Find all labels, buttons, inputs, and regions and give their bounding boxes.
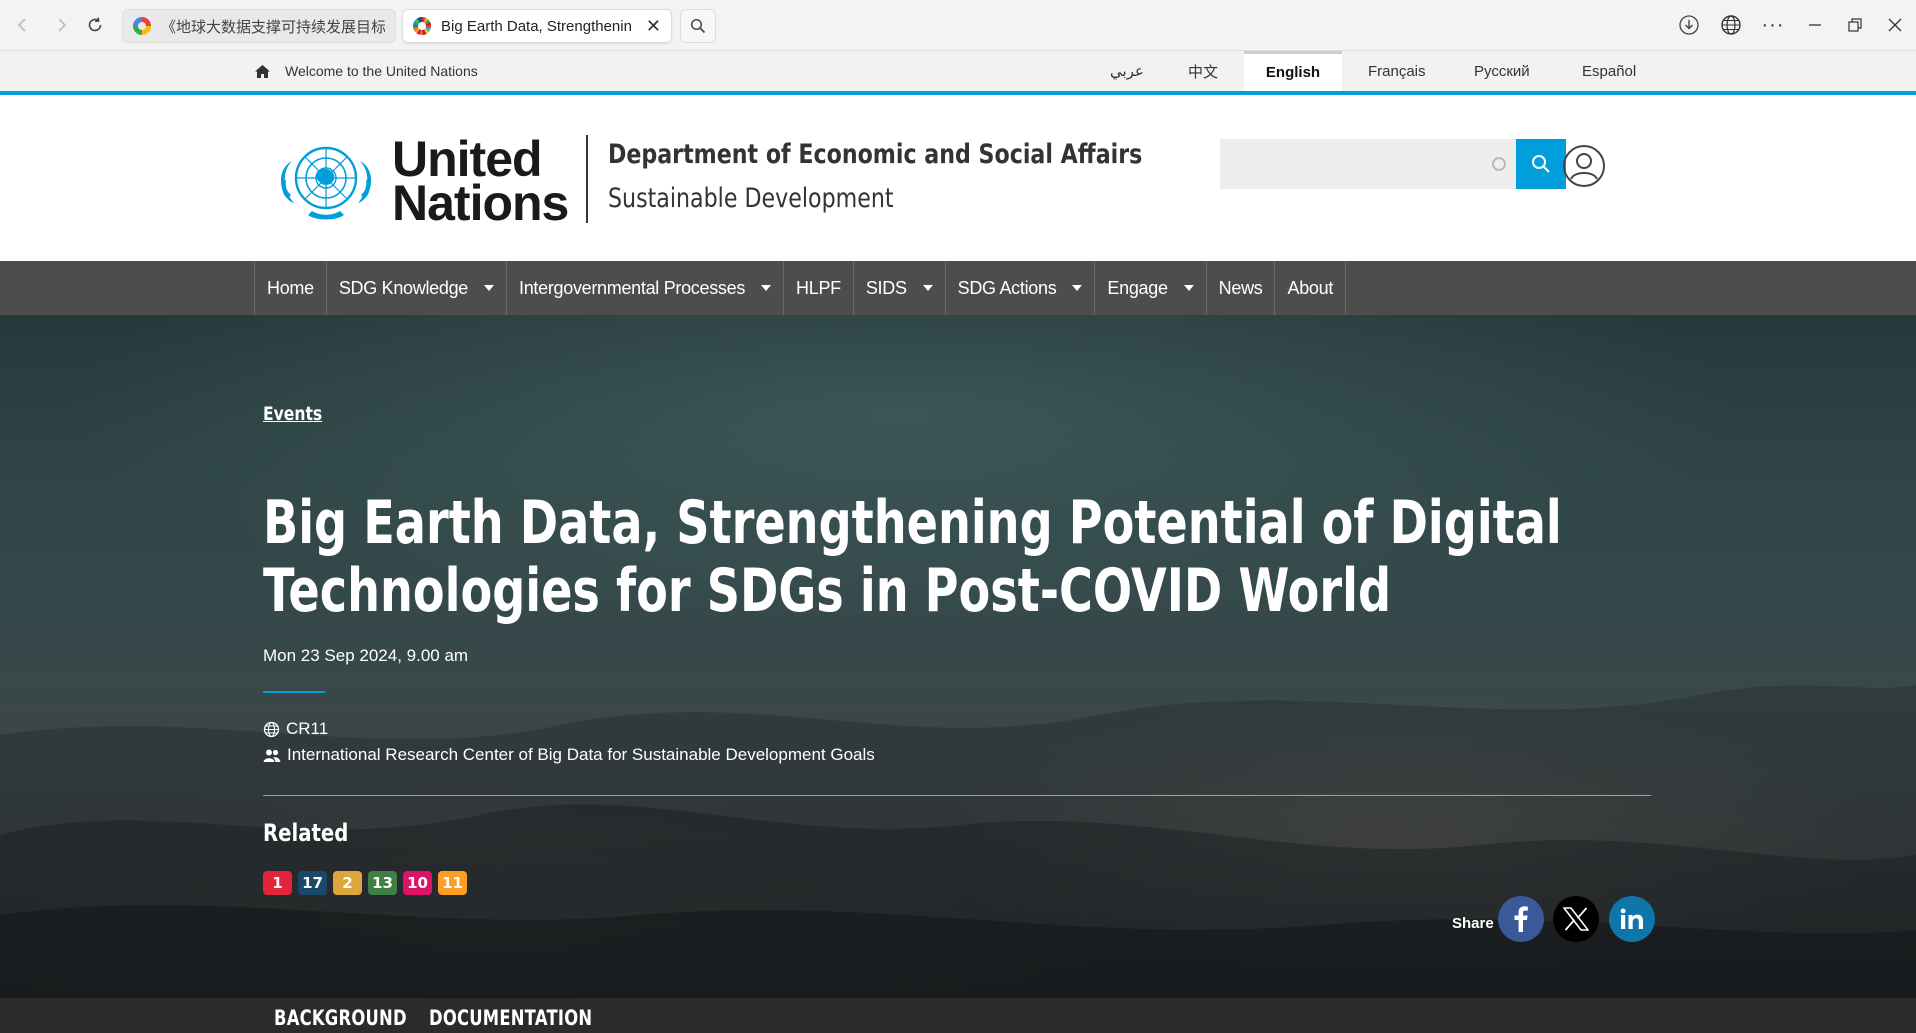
- caret-down-icon: [922, 285, 933, 291]
- forward-icon[interactable]: [48, 12, 74, 38]
- nav-label: Engage: [1107, 277, 1168, 298]
- brand-line-2: Nations: [392, 175, 569, 231]
- nav-label: HLPF: [796, 277, 841, 298]
- sdg-badges: 1 17 2 13 10 11: [263, 871, 467, 895]
- event-organizer: International Research Center of Big Dat…: [263, 745, 875, 765]
- nav-intergovernmental-processes[interactable]: Intergovernmental Processes: [507, 261, 785, 315]
- x-share-button[interactable]: [1553, 896, 1599, 942]
- event-title: Big Earth Data, Strengthening Potential …: [263, 488, 1562, 626]
- site-subtitle[interactable]: Sustainable Development: [608, 183, 894, 214]
- event-date: Mon 23 Sep 2024, 9.00 am: [263, 646, 469, 665]
- close-tab-icon[interactable]: ✕: [638, 16, 661, 37]
- reload-icon[interactable]: [82, 12, 108, 38]
- nav-news[interactable]: News: [1207, 261, 1276, 315]
- browser-tab-1[interactable]: 《地球大数据支撑可持续发展目标: [122, 9, 396, 43]
- browser-chrome: 《地球大数据支撑可持续发展目标 Big Earth Data, Strength…: [0, 0, 1916, 51]
- sdg-badge-10[interactable]: 10: [403, 871, 432, 895]
- minimize-icon[interactable]: [1802, 12, 1828, 38]
- caret-down-icon: [484, 285, 495, 291]
- sdg-badge-17[interactable]: 17: [298, 871, 327, 895]
- sdg-badge-13[interactable]: 13: [368, 871, 397, 895]
- caret-down-icon: [761, 285, 772, 291]
- google-favicon-icon: [133, 17, 151, 35]
- restore-icon[interactable]: [1842, 12, 1868, 38]
- nav-sids[interactable]: SIDS: [854, 261, 946, 315]
- nav-about[interactable]: About: [1275, 261, 1347, 315]
- lang-french[interactable]: Français: [1344, 51, 1450, 91]
- header-divider: [586, 135, 588, 223]
- lang-english[interactable]: English: [1244, 51, 1342, 91]
- nav-label: About: [1287, 277, 1334, 298]
- main-navigation: Home SDG Knowledge Intergovernmental Pro…: [0, 261, 1916, 315]
- sdg-badge-1[interactable]: 1: [263, 871, 292, 895]
- content-tabs: BACKGROUND DOCUMENTATION: [0, 998, 1916, 1033]
- globe-icon: [263, 721, 280, 737]
- search-icon: [690, 18, 706, 34]
- sdg-wheel-favicon-icon: [413, 17, 431, 35]
- sdg-badge-2[interactable]: 2: [333, 871, 362, 895]
- search-icon: [1532, 155, 1550, 173]
- globe-icon[interactable]: [1718, 12, 1744, 38]
- nav-label: Home: [267, 277, 314, 298]
- nav-label: Intergovernmental Processes: [519, 277, 746, 298]
- search-input[interactable]: [1220, 139, 1516, 189]
- search-button[interactable]: [1516, 139, 1566, 189]
- lang-arabic[interactable]: عربي: [1086, 51, 1168, 91]
- linkedin-icon: [1620, 908, 1643, 929]
- nav-engage[interactable]: Engage: [1095, 261, 1207, 315]
- nav-hlpf[interactable]: HLPF: [784, 261, 854, 315]
- blue-divider: [263, 691, 325, 693]
- users-icon: [263, 749, 281, 762]
- events-breadcrumb-link[interactable]: Events: [263, 403, 322, 425]
- un-wordmark[interactable]: United Nations: [392, 134, 569, 231]
- linkedin-share-button[interactable]: [1609, 896, 1655, 942]
- nav-label: News: [1218, 277, 1263, 298]
- un-emblem-icon[interactable]: [272, 135, 380, 225]
- nav-label: SDG Knowledge: [338, 277, 469, 298]
- caret-down-icon: [1183, 285, 1194, 291]
- nav-sdg-actions[interactable]: SDG Actions: [946, 261, 1096, 315]
- lang-spanish[interactable]: Español: [1558, 51, 1660, 91]
- organizer-text: International Research Center of Big Dat…: [287, 745, 875, 764]
- site-header: United Nations Department of Economic an…: [0, 99, 1916, 261]
- tab-title: Big Earth Data, Strengthenin: [441, 17, 632, 35]
- tab-documentation[interactable]: DOCUMENTATION: [429, 1006, 592, 1030]
- download-icon[interactable]: [1676, 12, 1702, 38]
- user-account-icon[interactable]: [1562, 144, 1606, 188]
- event-location: CR11: [263, 719, 328, 739]
- event-hero: Events Big Earth Data, Strengthening Pot…: [0, 315, 1916, 998]
- hero-separator: [263, 795, 1651, 796]
- facebook-icon: [1514, 906, 1528, 932]
- search-clear-icon: [1492, 157, 1506, 171]
- x-icon: [1563, 907, 1589, 931]
- event-title-line-2: Technologies for SDGs in Post-COVID Worl…: [263, 556, 1392, 626]
- tab-title: 《地球大数据支撑可持续发展目标: [161, 18, 385, 36]
- more-icon[interactable]: ···: [1760, 12, 1786, 38]
- lang-chinese[interactable]: 中文: [1164, 51, 1242, 91]
- un-topbar: Welcome to the United Nations عربي 中文 En…: [0, 51, 1916, 95]
- page: 《地球大数据支撑可持续发展目标 Big Earth Data, Strength…: [0, 0, 1916, 1033]
- tab-search-button[interactable]: [680, 9, 716, 43]
- lang-russian[interactable]: Русский: [1450, 51, 1554, 91]
- nav-label: SDG Actions: [957, 277, 1057, 298]
- welcome-text: Welcome to the United Nations: [285, 63, 478, 79]
- caret-down-icon: [1072, 285, 1083, 291]
- sdg-badge-11[interactable]: 11: [438, 871, 467, 895]
- facebook-share-button[interactable]: [1498, 896, 1544, 942]
- department-name[interactable]: Department of Economic and Social Affair…: [608, 139, 1142, 170]
- tab-background[interactable]: BACKGROUND: [274, 1006, 407, 1030]
- welcome-link[interactable]: Welcome to the United Nations: [254, 63, 478, 79]
- home-icon: [255, 64, 270, 78]
- nav-sdg-knowledge[interactable]: SDG Knowledge: [327, 261, 508, 315]
- browser-tab-2[interactable]: Big Earth Data, Strengthenin ✕: [402, 9, 672, 43]
- related-heading: Related: [263, 819, 349, 847]
- nav-label: SIDS: [865, 277, 907, 298]
- event-title-line-1: Big Earth Data, Strengthening Potential …: [263, 488, 1562, 558]
- back-icon[interactable]: [10, 12, 36, 38]
- location-text: CR11: [286, 719, 329, 738]
- close-window-icon[interactable]: [1882, 12, 1908, 38]
- share-label: Share: [1452, 915, 1494, 932]
- nav-home[interactable]: Home: [255, 261, 327, 315]
